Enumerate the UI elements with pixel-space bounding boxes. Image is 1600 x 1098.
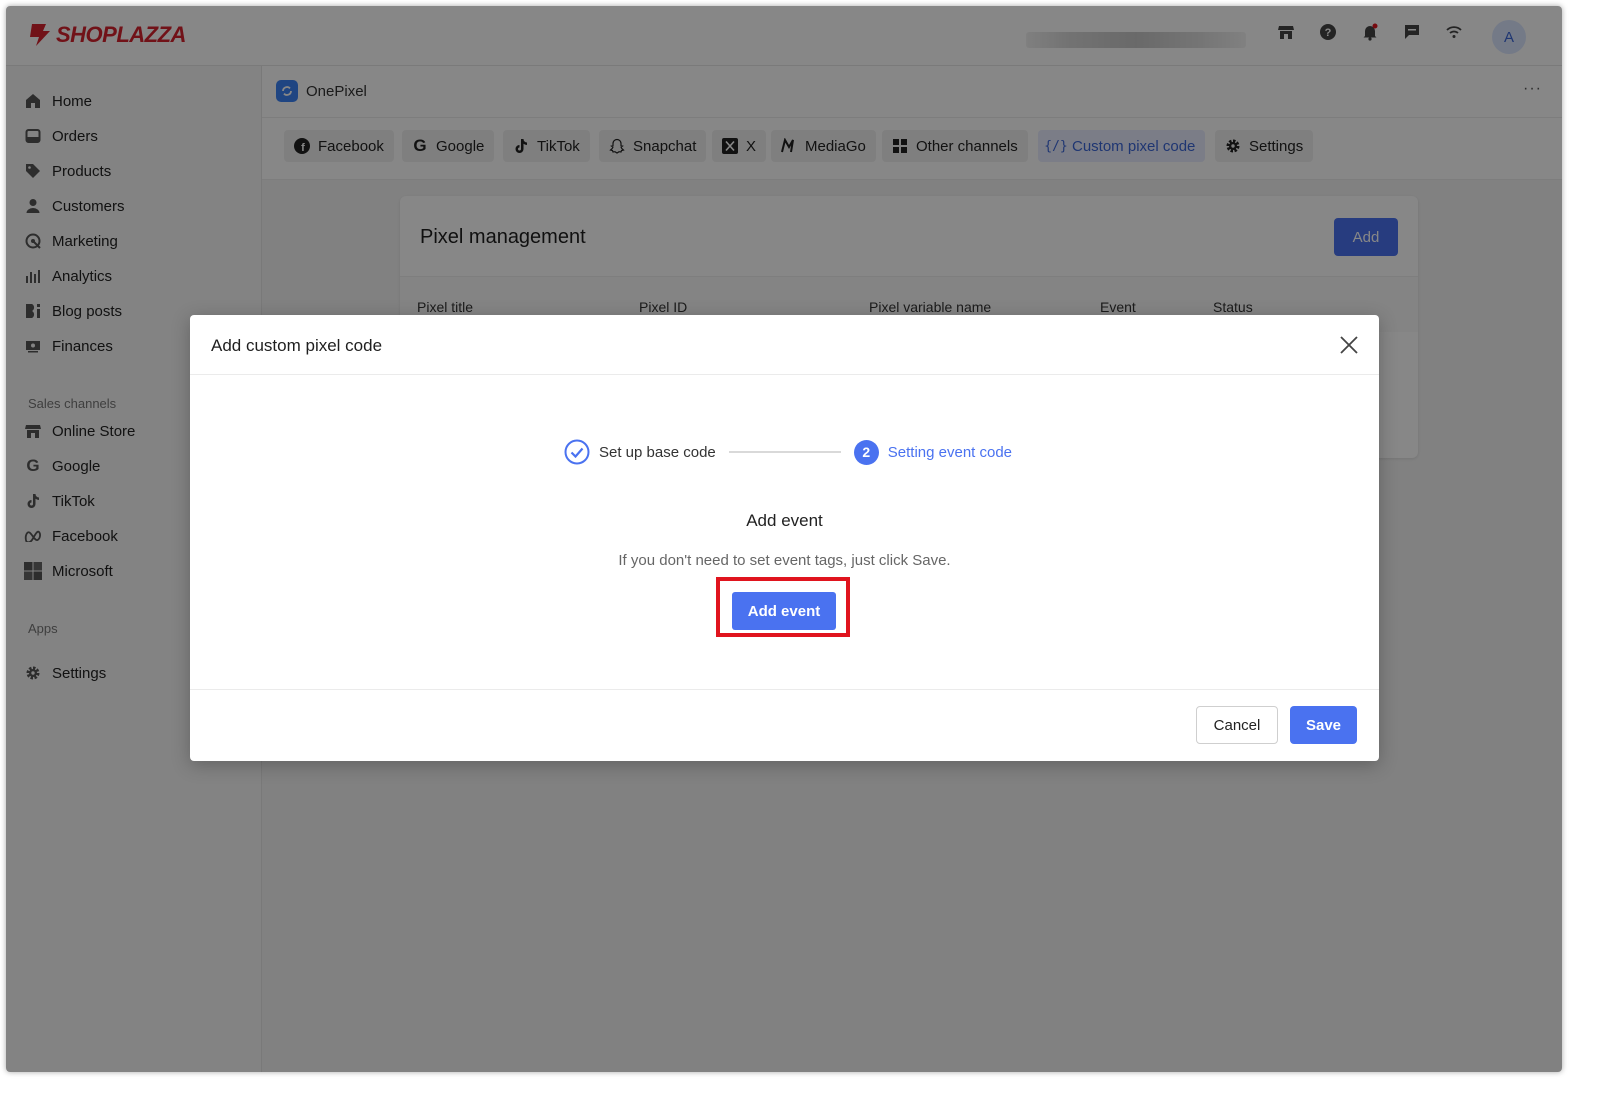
step-complete-check-icon bbox=[564, 439, 590, 465]
add-custom-pixel-code-dialog: Add custom pixel code Set up base code 2… bbox=[190, 315, 1379, 761]
step-2-label: Setting event code bbox=[887, 443, 1013, 461]
step-connector bbox=[728, 451, 841, 453]
add-event-heading: Add event bbox=[746, 511, 823, 530]
save-button[interactable]: Save bbox=[1290, 706, 1357, 744]
close-icon[interactable] bbox=[1337, 333, 1361, 357]
dialog-header: Add custom pixel code bbox=[190, 315, 1379, 375]
stepper: Set up base code 2 Setting event code bbox=[564, 439, 1012, 465]
app-window: SHOPLAZZA ? A Home Orders Products Custo… bbox=[6, 6, 1562, 1072]
cancel-button[interactable]: Cancel bbox=[1196, 706, 1278, 744]
add-event-hint: If you don't need to set event tags, jus… bbox=[618, 552, 951, 569]
add-event-button[interactable]: Add event bbox=[732, 592, 836, 630]
dialog-title: Add custom pixel code bbox=[211, 336, 383, 355]
step-2-number: 2 bbox=[853, 439, 879, 465]
dialog-footer: Cancel Save bbox=[190, 689, 1379, 761]
step-1-label: Set up base code bbox=[599, 443, 716, 461]
